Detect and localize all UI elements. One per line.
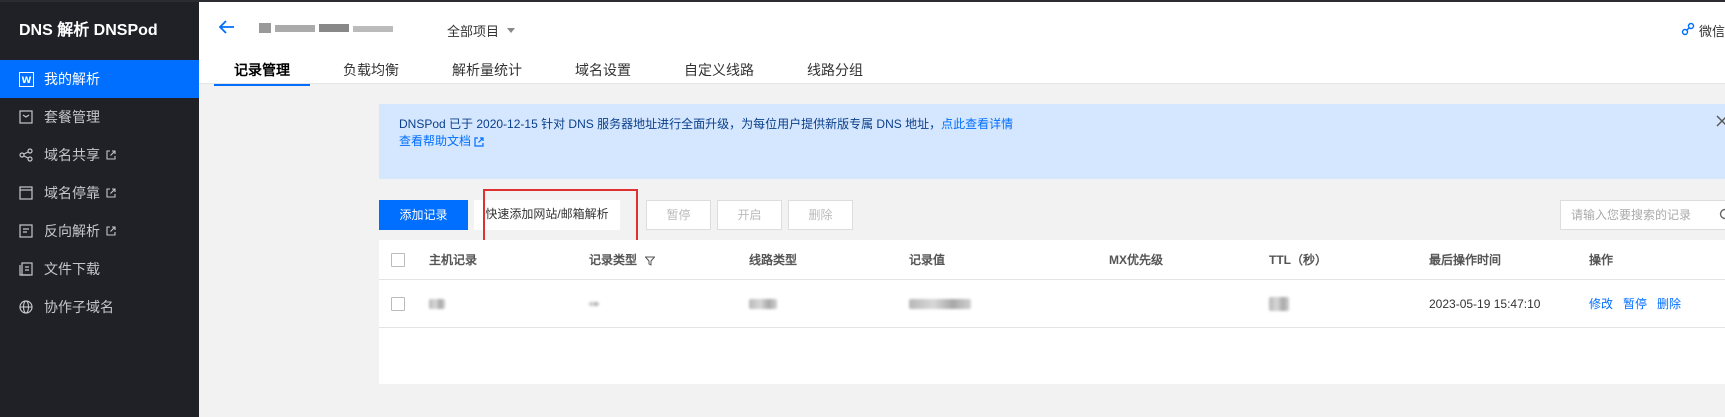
redacted-line [749, 298, 777, 309]
tab-records[interactable]: 记录管理 [214, 60, 310, 86]
project-selector[interactable]: 全部项目 [447, 21, 516, 40]
redacted-ttl [1269, 296, 1289, 311]
sidebar-item-label: 域名停靠 [44, 185, 100, 201]
sidebar-item-my-dns[interactable]: W 我的解析 [0, 60, 199, 98]
sidebar-item-label: 协作子域名 [44, 299, 114, 315]
col-actions: 操作 [1589, 253, 1614, 267]
external-link-icon [106, 150, 116, 160]
notice-text: DNSPod 已于 2020-12-15 针对 DNS 服务器地址进行全面升级，… [399, 117, 942, 131]
row-checkbox[interactable] [391, 296, 405, 311]
sidebar-item-label: 域名共享 [44, 147, 100, 163]
edit-link[interactable]: 修改 [1589, 295, 1613, 312]
table-row: 2023-05-19 15:47:10 修改 暂停 删除 [379, 280, 1725, 328]
delete-button[interactable]: 删除 [788, 200, 853, 230]
col-type-label: 记录类型 [589, 253, 638, 267]
search-icon[interactable] [1719, 208, 1725, 222]
external-link-icon [474, 136, 484, 147]
delete-link[interactable]: 删除 [1657, 295, 1681, 312]
project-label: 全部项目 [447, 24, 500, 39]
col-ttl: TTL（秒） [1269, 253, 1327, 267]
share-icon [18, 147, 34, 163]
table-footer-area [379, 344, 1725, 384]
col-line: 线路类型 [749, 253, 798, 267]
redacted-type [589, 301, 599, 306]
row-time: 2023-05-19 15:47:10 [1429, 296, 1541, 311]
sidebar-item-collab-subdomain[interactable]: 协作子域名 [0, 288, 199, 326]
w-icon: W [18, 71, 34, 87]
notice-details-link[interactable]: 点此查看详情 [941, 117, 1013, 131]
col-value: 记录值 [909, 253, 946, 267]
main-content: DNSPod 已于 2020-12-15 针对 DNS 服务器地址进行全面升级，… [379, 104, 1725, 417]
back-arrow-icon[interactable] [218, 18, 236, 36]
highlight-box [483, 189, 638, 242]
package-icon [18, 109, 34, 125]
park-icon [18, 185, 34, 201]
external-link-icon [106, 188, 116, 198]
select-all-cell [391, 240, 405, 279]
help-doc-label: 查看帮助文档 [399, 134, 472, 148]
tab-domain-settings[interactable]: 域名设置 [555, 60, 651, 86]
tab-stats[interactable]: 解析量统计 [432, 60, 542, 86]
close-icon[interactable] [1715, 114, 1725, 128]
link-icon [1681, 22, 1695, 39]
tab-line-groups[interactable]: 线路分组 [787, 60, 883, 86]
col-type[interactable]: 记录类型 [589, 240, 656, 279]
tab-custom-lines[interactable]: 自定义线路 [664, 60, 774, 86]
filter-icon[interactable] [644, 255, 656, 266]
sidebar: DNS 解析 DNSPod W 我的解析 套餐管理 域名共享 域名停靠 反向解析… [0, 0, 199, 417]
file-icon [18, 261, 34, 277]
pause-link[interactable]: 暂停 [1623, 295, 1647, 312]
sidebar-item-package[interactable]: 套餐管理 [0, 98, 199, 136]
pause-button[interactable]: 暂停 [646, 200, 711, 230]
caret-down-icon [507, 28, 516, 33]
sidebar-item-park[interactable]: 域名停靠 [0, 174, 199, 212]
col-time: 最后操作时间 [1429, 253, 1502, 267]
redacted-host [429, 298, 445, 309]
sidebar-item-download[interactable]: 文件下载 [0, 250, 199, 288]
help-doc-link[interactable]: 查看帮助文档 [399, 133, 484, 150]
table-header: 主机记录 记录类型 线路类型 记录值 MX优先级 TTL（秒） 最后操作时间 操… [379, 240, 1725, 280]
reverse-icon [18, 223, 34, 239]
brand-title: DNS 解析 DNSPod [19, 22, 158, 39]
domain-name-redacted [259, 21, 419, 35]
svg-text:W: W [21, 76, 31, 86]
add-record-button[interactable]: 添加记录 [379, 200, 468, 230]
col-mx: MX优先级 [1109, 253, 1164, 267]
sidebar-item-share[interactable]: 域名共享 [0, 136, 199, 174]
notice-banner: DNSPod 已于 2020-12-15 针对 DNS 服务器地址进行全面升级，… [379, 104, 1725, 179]
sidebar-item-label: 套餐管理 [44, 109, 100, 125]
page-header: 全部项目 微信 记录管理 负载均衡 解析量统计 域名设置 自定义线路 线路分组 [199, 0, 1725, 86]
external-link-icon [106, 226, 116, 236]
enable-button[interactable]: 开启 [717, 200, 782, 230]
tab-load-balance[interactable]: 负载均衡 [323, 60, 419, 86]
redacted-value [909, 298, 971, 309]
select-all-checkbox[interactable] [391, 252, 405, 267]
toolbar: 添加记录 快速添加网站/邮箱解析 暂停 开启 删除 请输入您要搜索的记录 [379, 189, 1725, 242]
tab-bar: 记录管理 负载均衡 解析量统计 域名设置 自定义线路 线路分组 [214, 60, 896, 86]
wechat-label: 微信 [1698, 24, 1725, 39]
wechat-link[interactable]: 微信 [1681, 21, 1725, 40]
search-input[interactable]: 请输入您要搜索的记录 [1560, 200, 1725, 230]
globe-icon [18, 299, 34, 315]
col-host: 主机记录 [429, 253, 478, 267]
sidebar-item-label: 文件下载 [44, 261, 100, 277]
sidebar-item-label: 我的解析 [44, 71, 100, 87]
sidebar-item-reverse[interactable]: 反向解析 [0, 212, 199, 250]
sidebar-item-label: 反向解析 [44, 223, 100, 239]
